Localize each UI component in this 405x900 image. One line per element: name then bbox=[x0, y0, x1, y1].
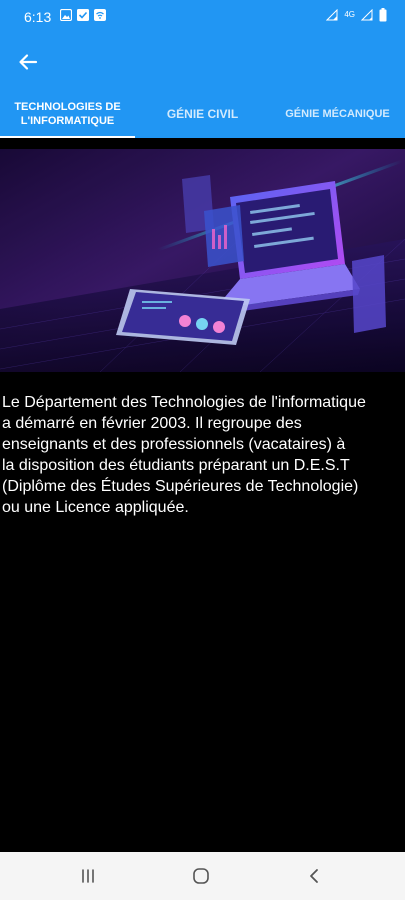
home-button[interactable] bbox=[189, 864, 213, 888]
tab-label: GÉNIE MÉCANIQUE bbox=[285, 108, 390, 120]
signal-icon-2 bbox=[361, 9, 373, 21]
tab-label: GÉNIE CIVIL bbox=[166, 107, 239, 121]
department-banner-image bbox=[0, 149, 405, 372]
4g-icon: 4G bbox=[344, 10, 355, 19]
battery-icon bbox=[379, 8, 387, 22]
image-icon bbox=[60, 9, 72, 21]
recents-button[interactable] bbox=[76, 864, 100, 888]
tab-label-line2: L'INFORMATIQUE bbox=[20, 115, 115, 127]
status-time: 6:13 bbox=[24, 9, 52, 25]
back-button[interactable] bbox=[14, 48, 42, 76]
tab-genie-civil[interactable]: GÉNIE CIVIL bbox=[135, 90, 270, 138]
status-bar: 6:13 4G bbox=[0, 0, 405, 35]
department-description: Le Département des Technologies de l'inf… bbox=[2, 394, 366, 516]
tab-technologies-informatique[interactable]: TECHNOLOGIES DE L'INFORMATIQUE bbox=[0, 90, 135, 138]
status-system-icons: 4G bbox=[326, 8, 387, 22]
arrow-left-icon bbox=[19, 54, 38, 70]
tab-indicator bbox=[0, 136, 135, 138]
system-navigation-bar bbox=[0, 852, 405, 900]
back-chevron-icon bbox=[310, 869, 318, 883]
app-bar bbox=[0, 35, 405, 90]
signal-icon bbox=[326, 9, 338, 21]
tab-bar: TECHNOLOGIES DE L'INFORMATIQUE GÉNIE CIV… bbox=[0, 90, 405, 138]
tab-genie-mecanique[interactable]: GÉNIE MÉCANIQUE bbox=[270, 90, 405, 138]
wifi-calling-icon bbox=[94, 9, 106, 21]
home-icon bbox=[193, 868, 209, 884]
status-notification-icons bbox=[60, 9, 106, 21]
checkbox-icon bbox=[77, 9, 89, 21]
nav-back-button[interactable] bbox=[303, 864, 327, 888]
recents-icon bbox=[82, 869, 94, 883]
tab-label-line1: TECHNOLOGIES DE bbox=[14, 101, 121, 113]
